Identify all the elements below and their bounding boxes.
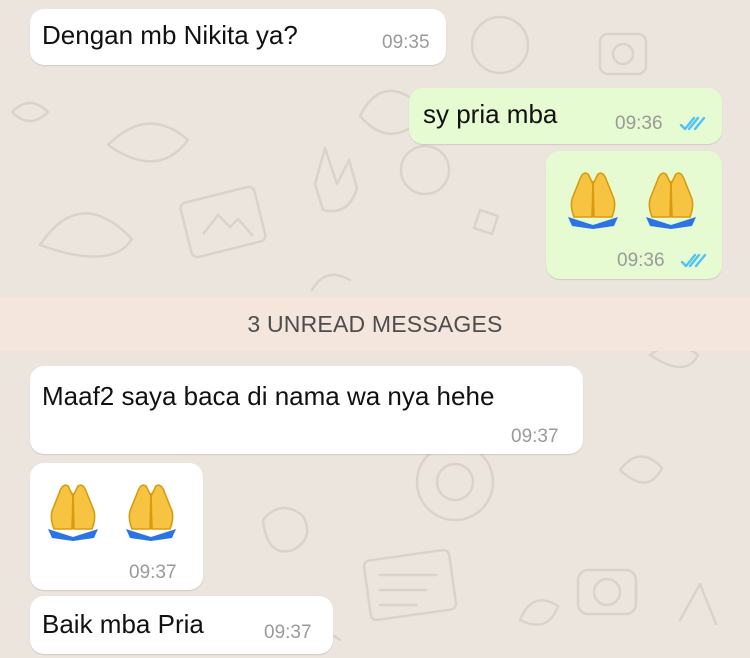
folded-hands-emoji bbox=[126, 484, 176, 541]
message-text: sy pria mba bbox=[423, 99, 558, 129]
message-time: 09:37 bbox=[129, 562, 177, 583]
message-time: 09:35 bbox=[382, 32, 430, 53]
message-bubble-incoming[interactable]: Dengan mb Nikita ya? 09:35 bbox=[30, 9, 446, 65]
message-bubble-incoming[interactable]: Maaf2 saya baca di nama wa nya hehe 09:3… bbox=[30, 366, 583, 454]
chat-screen: { "colors": { "wallpaper": "#ece5dd", "i… bbox=[0, 0, 750, 658]
message-time: 09:37 bbox=[264, 622, 312, 643]
message-text: Baik mba Pria bbox=[42, 609, 204, 639]
folded-hands-emoji bbox=[48, 484, 98, 541]
folded-hands-emoji bbox=[646, 172, 696, 229]
double-check-read-icon bbox=[679, 116, 706, 131]
message-bubble-outgoing[interactable]: 09:36 bbox=[546, 151, 722, 279]
double-check-read-icon bbox=[680, 253, 707, 268]
message-bubble-incoming[interactable]: Baik mba Pria 09:37 bbox=[30, 596, 333, 654]
message-bubble-outgoing[interactable]: sy pria mba 09:36 bbox=[409, 88, 722, 144]
conversation: Dengan mb Nikita ya? 09:35 sy pria mba 0… bbox=[0, 0, 750, 658]
message-time: 09:36 bbox=[617, 250, 665, 271]
message-time: 09:37 bbox=[511, 426, 559, 447]
message-time: 09:36 bbox=[615, 113, 663, 134]
message-text: Dengan mb Nikita ya? bbox=[42, 20, 298, 50]
unread-messages-banner: 3 UNREAD MESSAGES bbox=[0, 297, 750, 351]
message-bubble-incoming[interactable]: 09:37 bbox=[30, 463, 203, 590]
unread-messages-label: 3 UNREAD MESSAGES bbox=[247, 311, 503, 337]
message-text: Maaf2 saya baca di nama wa nya hehe bbox=[42, 381, 495, 411]
folded-hands-emoji bbox=[568, 172, 618, 229]
